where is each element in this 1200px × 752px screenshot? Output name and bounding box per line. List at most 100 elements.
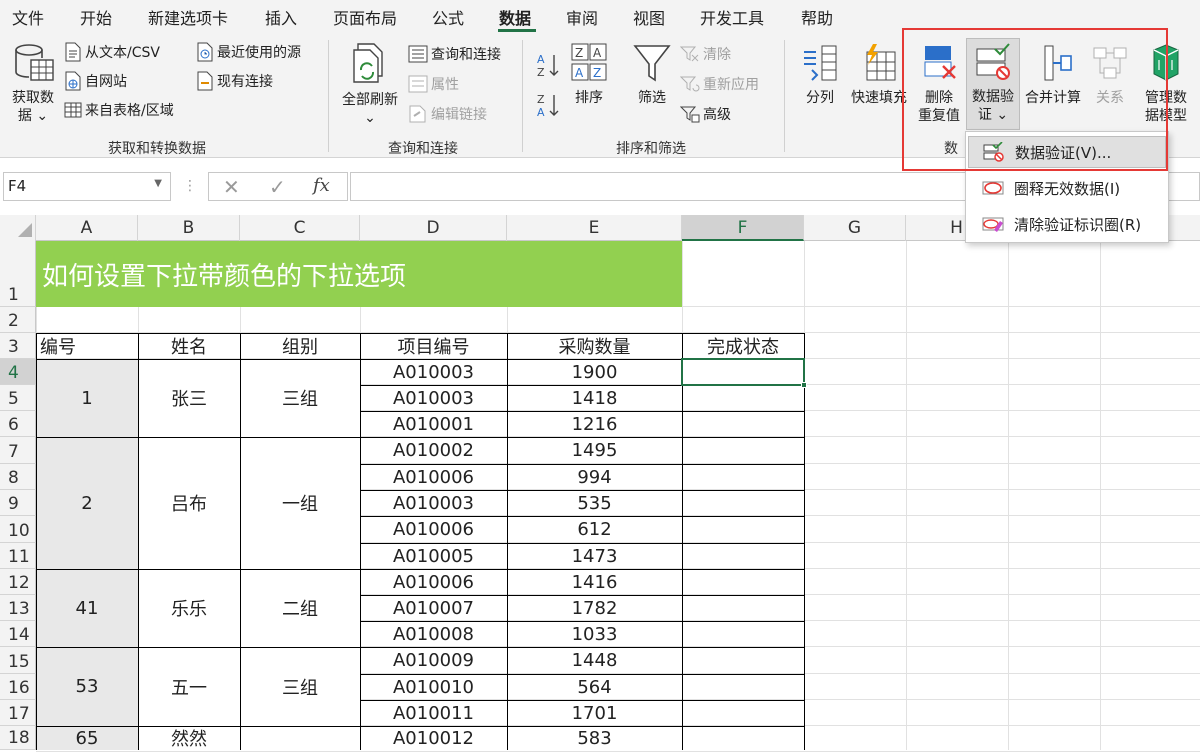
name-cell[interactable]: 五一 [138, 647, 240, 726]
row-header[interactable]: 3 [0, 333, 36, 359]
item-qty-cell[interactable]: 1495 [507, 437, 682, 464]
team-cell[interactable] [240, 726, 360, 750]
confirm-icon[interactable]: ✓ [269, 175, 286, 199]
item-qty-cell[interactable]: 564 [507, 674, 682, 700]
properties-button[interactable]: 属性 [408, 74, 459, 94]
row-header[interactable]: 2 [0, 307, 36, 333]
row-header[interactable]: 13 [0, 595, 36, 621]
edit-links-button[interactable]: 编辑链接 [408, 104, 487, 124]
name-box-dropdown-icon[interactable]: ▼ [154, 178, 162, 189]
item-qty-cell[interactable]: 1416 [507, 569, 682, 595]
id-cell[interactable]: 2 [36, 437, 138, 569]
status-cell[interactable] [682, 569, 804, 595]
menu-item-circle-invalid[interactable]: 圈释无效数据(I) [968, 172, 1166, 204]
item-code-cell[interactable]: A010006 [360, 569, 507, 595]
name-box[interactable]: F4 ▼ [3, 172, 171, 201]
row-header[interactable]: 4 [0, 359, 36, 385]
insert-function-icon[interactable]: fx [313, 175, 330, 196]
item-code-cell[interactable]: A010006 [360, 516, 507, 543]
status-cell[interactable] [682, 411, 804, 437]
existing-connections-button[interactable]: 现有连接 [196, 71, 273, 91]
from-table-button[interactable]: 来自表格/区域 [64, 100, 174, 120]
team-cell[interactable]: 二组 [240, 569, 360, 647]
column-header-a[interactable]: A [36, 215, 138, 241]
status-cell[interactable] [682, 437, 804, 464]
filter-button[interactable]: 筛选 [630, 42, 674, 107]
row-header[interactable]: 7 [0, 437, 36, 464]
status-cell[interactable] [682, 385, 804, 411]
from-text-csv-button[interactable]: 从文本/CSV [64, 42, 160, 62]
id-cell[interactable]: 53 [36, 647, 138, 726]
item-code-cell[interactable]: A010010 [360, 674, 507, 700]
fill-handle[interactable] [801, 382, 807, 388]
row-header[interactable]: 8 [0, 464, 36, 490]
status-cell[interactable] [682, 621, 804, 647]
queries-connections-button[interactable]: 查询和连接 [408, 44, 501, 64]
status-cell[interactable] [682, 464, 804, 490]
item-code-cell[interactable]: A010008 [360, 621, 507, 647]
item-qty-cell[interactable]: 1782 [507, 595, 682, 621]
get-data-button[interactable]: 获取数 据 ⌄ [6, 42, 60, 125]
row-header[interactable]: 15 [0, 647, 36, 674]
column-header-f[interactable]: F [682, 215, 804, 241]
item-qty-cell[interactable]: 1701 [507, 700, 682, 726]
item-qty-cell[interactable]: 994 [507, 464, 682, 490]
row-header[interactable]: 1 [0, 241, 36, 307]
id-cell[interactable]: 1 [36, 359, 138, 437]
tab-developer[interactable]: 开发工具 [700, 5, 764, 29]
team-cell[interactable]: 一组 [240, 437, 360, 569]
item-code-cell[interactable]: A010003 [360, 385, 507, 411]
reapply-button[interactable]: 重新应用 [680, 74, 759, 94]
item-qty-cell[interactable]: 1448 [507, 647, 682, 674]
item-code-cell[interactable]: A010009 [360, 647, 507, 674]
item-qty-cell[interactable]: 1418 [507, 385, 682, 411]
flash-fill-button[interactable]: 快速填充 [848, 42, 910, 107]
clear-filter-button[interactable]: 清除 [680, 44, 731, 64]
item-qty-cell[interactable]: 1473 [507, 543, 682, 569]
column-header-g[interactable]: G [804, 215, 906, 241]
tab-insert[interactable]: 插入 [265, 5, 297, 29]
status-cell[interactable] [682, 674, 804, 700]
name-cell[interactable]: 乐乐 [138, 569, 240, 647]
sort-ascending-button[interactable]: AZ [536, 52, 560, 82]
select-all-corner[interactable] [0, 215, 36, 241]
name-cell[interactable]: 吕布 [138, 437, 240, 569]
item-code-cell[interactable]: A010006 [360, 464, 507, 490]
row-header[interactable]: 5 [0, 385, 36, 411]
selected-cell-f4[interactable] [681, 358, 805, 386]
column-header-b[interactable]: B [138, 215, 240, 241]
row-header[interactable]: 12 [0, 569, 36, 595]
row-header[interactable]: 6 [0, 411, 36, 437]
item-code-cell[interactable]: A010007 [360, 595, 507, 621]
item-code-cell[interactable]: A010012 [360, 726, 507, 750]
team-cell[interactable]: 三组 [240, 647, 360, 726]
item-qty-cell[interactable]: 535 [507, 490, 682, 516]
cancel-icon[interactable]: ✕ [223, 175, 240, 199]
name-cell[interactable]: 然然 [138, 726, 240, 750]
header-cell[interactable]: 完成状态 [682, 333, 804, 359]
header-cell[interactable]: 组别 [240, 333, 360, 359]
row-header[interactable]: 11 [0, 543, 36, 569]
row-header[interactable]: 9 [0, 490, 36, 516]
id-cell[interactable]: 41 [36, 569, 138, 647]
tab-review[interactable]: 审阅 [566, 5, 598, 29]
item-code-cell[interactable]: A010011 [360, 700, 507, 726]
sheet-title-cell[interactable]: 如何设置下拉带颜色的下拉选项 [36, 241, 682, 307]
item-qty-cell[interactable]: 583 [507, 726, 682, 750]
status-cell[interactable] [682, 516, 804, 543]
status-cell[interactable] [682, 595, 804, 621]
column-header-c[interactable]: C [240, 215, 360, 241]
row-header[interactable]: 16 [0, 674, 36, 700]
header-cell[interactable]: 编号 [36, 333, 138, 359]
item-code-cell[interactable]: A010003 [360, 490, 507, 516]
item-code-cell[interactable]: A010005 [360, 543, 507, 569]
status-cell[interactable] [682, 726, 804, 750]
menu-item-clear-circles[interactable]: 清除验证标识圈(R) [968, 208, 1166, 240]
item-qty-cell[interactable]: 1216 [507, 411, 682, 437]
more-options-icon[interactable]: ⋮ [183, 178, 197, 194]
text-to-columns-button[interactable]: 分列 [798, 42, 842, 107]
tab-new-tab[interactable]: 新建选项卡 [148, 5, 228, 29]
item-qty-cell[interactable]: 612 [507, 516, 682, 543]
tab-page-layout[interactable]: 页面布局 [333, 5, 397, 29]
item-code-cell[interactable]: A010001 [360, 411, 507, 437]
